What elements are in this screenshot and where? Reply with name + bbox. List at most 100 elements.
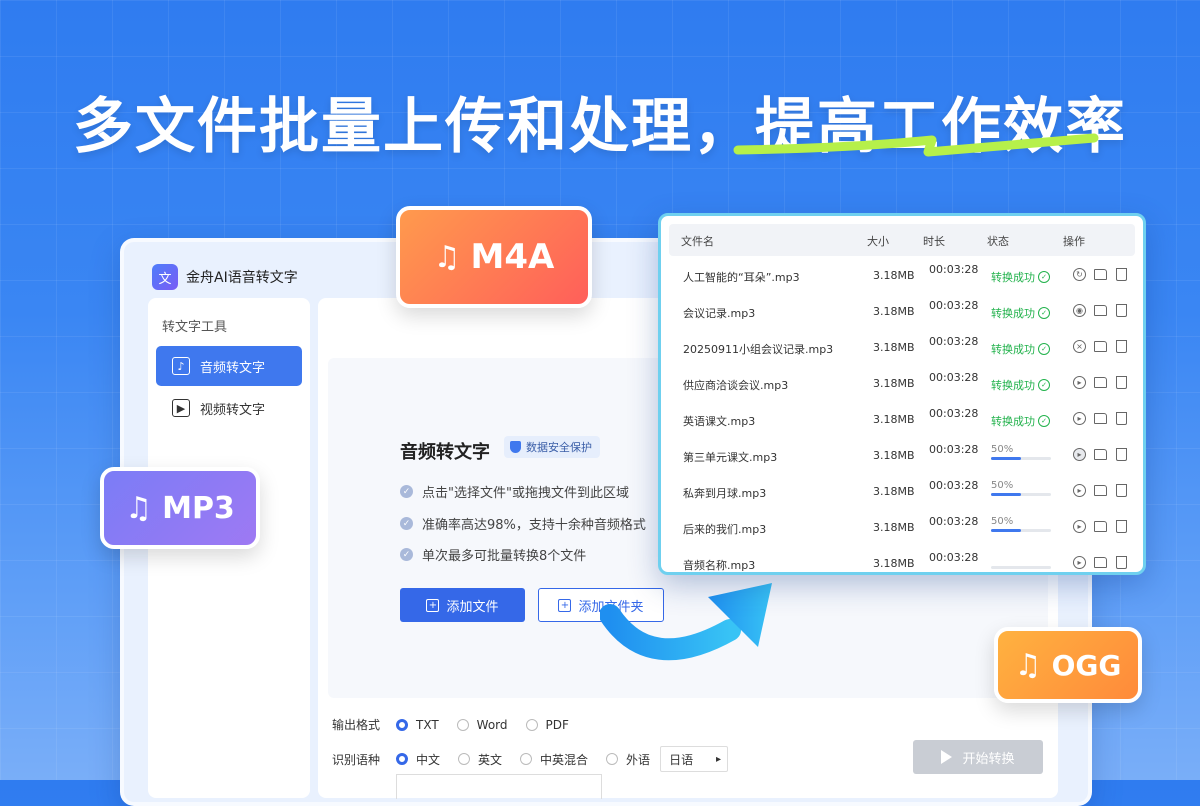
file-duration: 00:03:28 xyxy=(929,515,979,528)
refresh-icon[interactable]: ↻ xyxy=(1073,268,1086,281)
row-actions: ▸ xyxy=(1073,484,1135,497)
folder-icon[interactable] xyxy=(1094,341,1107,352)
file-name: 私奔到月球.mp3 xyxy=(683,487,767,500)
table-row[interactable]: 第三单元课文.mp3 3.18MB 00:03:28 50% ▸ xyxy=(669,438,1135,474)
progress-bar xyxy=(991,566,1051,569)
radio-txt[interactable]: TXT xyxy=(396,718,439,732)
add-folder-icon: + xyxy=(558,598,572,612)
folder-icon[interactable] xyxy=(1094,449,1107,460)
radio-foreign[interactable]: 外语 xyxy=(606,751,650,768)
file-duration: 00:03:28 xyxy=(929,443,979,456)
file-size: 3.18MB xyxy=(873,413,915,426)
trash-icon[interactable] xyxy=(1116,376,1127,389)
play-icon[interactable]: ▸ xyxy=(1073,448,1086,461)
radio-word[interactable]: Word xyxy=(456,718,508,732)
radio-mixed[interactable]: 中英混合 xyxy=(520,751,588,768)
eye-icon[interactable]: ◉ xyxy=(1073,304,1086,317)
table-row[interactable]: 后来的我们.mp3 3.18MB 00:03:28 50% ▸ xyxy=(669,510,1135,546)
file-name: 英语课文.mp3 xyxy=(683,415,756,428)
file-duration: 00:03:28 xyxy=(929,371,979,384)
feature-item: ✓ 单次最多可批量转换8个文件 xyxy=(400,545,586,564)
start-convert-label: 开始转换 xyxy=(962,751,1015,767)
play-icon xyxy=(941,750,953,764)
folder-icon[interactable] xyxy=(1094,485,1107,496)
folder-icon[interactable] xyxy=(1094,377,1107,388)
table-row[interactable]: 音频名称.mp3 3.18MB 00:03:28 ▸ xyxy=(669,546,1135,582)
play-icon[interactable]: ▸ xyxy=(1073,556,1086,569)
music-note-icon: ♫ xyxy=(433,239,461,275)
cancel-icon[interactable]: × xyxy=(1073,340,1086,353)
table-row[interactable]: 私奔到月球.mp3 3.18MB 00:03:28 50% ▸ xyxy=(669,474,1135,510)
file-duration: 00:03:28 xyxy=(929,551,979,564)
progress-fill xyxy=(991,493,1021,496)
trash-icon[interactable] xyxy=(1116,340,1127,353)
table-row[interactable]: 人工智能的“耳朵”.mp3 3.18MB 00:03:28 转换成功 ✓ ↻ xyxy=(669,258,1135,294)
play-icon[interactable]: ▸ xyxy=(1073,412,1086,425)
secure-badge: 数据安全保护 xyxy=(504,436,600,458)
check-circle-icon: ✓ xyxy=(1038,415,1050,427)
file-size: 3.18MB xyxy=(873,269,915,282)
folder-icon[interactable] xyxy=(1094,269,1107,280)
secure-badge-label: 数据安全保护 xyxy=(526,441,592,454)
add-file-icon: + xyxy=(426,598,440,612)
output-format-label: 输出格式 xyxy=(332,718,381,732)
feature-item: ✓ 准确率高达98%，支持十余种音频格式 xyxy=(400,514,646,533)
folder-icon[interactable] xyxy=(1094,557,1107,568)
badge-label: MP3 xyxy=(162,490,235,526)
file-duration: 00:03:28 xyxy=(929,335,979,348)
row-actions: ▸ xyxy=(1073,448,1135,461)
folder-icon[interactable] xyxy=(1094,521,1107,532)
folder-icon[interactable] xyxy=(1094,413,1107,424)
music-note-icon: ♫ xyxy=(125,490,153,526)
trash-icon[interactable] xyxy=(1116,412,1127,425)
output-path-input[interactable] xyxy=(396,774,602,799)
headline-part1: 多文件批量上传和处理， xyxy=(73,92,755,162)
sidebar-item-audio-to-text[interactable]: ♪ 音频转文字 xyxy=(156,346,302,386)
header-ops: 操作 xyxy=(1063,235,1085,248)
table-row[interactable]: 英语课文.mp3 3.18MB 00:03:28 转换成功 ✓ ▸ xyxy=(669,402,1135,438)
row-actions: ◉ xyxy=(1073,304,1135,317)
add-file-button[interactable]: + 添加文件 xyxy=(400,588,525,622)
play-icon[interactable]: ▸ xyxy=(1073,376,1086,389)
table-row[interactable]: 会议记录.mp3 3.18MB 00:03:28 转换成功 ✓ ◉ xyxy=(669,294,1135,330)
radio-pdf[interactable]: PDF xyxy=(525,718,569,732)
sidebar-item-video-to-text[interactable]: ▶ 视频转文字 xyxy=(156,388,302,428)
trash-icon[interactable] xyxy=(1116,520,1127,533)
file-list-header: 文件名 大小 时长 状态 操作 xyxy=(669,224,1135,256)
table-row[interactable]: 供应商洽谈会议.mp3 3.18MB 00:03:28 转换成功 ✓ ▸ xyxy=(669,366,1135,402)
language-row: 识别语种 中文 英文 中英混合 外语 日语 ▸ xyxy=(332,746,729,772)
progress-bar xyxy=(991,529,1051,532)
radio-chinese[interactable]: 中文 xyxy=(396,751,440,768)
progress-percent: 50% xyxy=(991,444,1014,455)
radio-english[interactable]: 英文 xyxy=(458,751,502,768)
format-badge-m4a: ♫ M4A xyxy=(396,206,592,308)
file-name: 音频名称.mp3 xyxy=(683,559,756,572)
format-badge-ogg: ♫ OGG xyxy=(994,627,1142,703)
play-icon[interactable]: ▸ xyxy=(1073,484,1086,497)
feature-text: 点击"选择文件"或拖拽文件到此区域 xyxy=(422,486,629,501)
status-success: 转换成功 ✓ xyxy=(991,413,1050,429)
foreign-language-select[interactable]: 日语 ▸ xyxy=(660,746,729,772)
trash-icon[interactable] xyxy=(1116,556,1127,569)
trash-icon[interactable] xyxy=(1116,448,1127,461)
file-name: 20250911小组会议记录.mp3 xyxy=(683,343,834,356)
table-row[interactable]: 20250911小组会议记录.mp3 3.18MB 00:03:28 转换成功 ✓ × xyxy=(669,330,1135,366)
add-file-label: 添加文件 xyxy=(446,599,499,615)
play-icon[interactable]: ▸ xyxy=(1073,520,1086,533)
start-convert-button[interactable]: 开始转换 xyxy=(913,740,1043,774)
folder-icon[interactable] xyxy=(1094,305,1107,316)
file-duration: 00:03:28 xyxy=(929,263,979,276)
check-icon: ✓ xyxy=(400,485,413,498)
row-actions: ▸ xyxy=(1073,556,1135,569)
trash-icon[interactable] xyxy=(1116,268,1127,281)
file-list-popup: 文件名 大小 时长 状态 操作 人工智能的“耳朵”.mp3 3.18MB 00:03… xyxy=(658,213,1146,575)
file-size: 3.18MB xyxy=(873,341,915,354)
status-success: 转换成功 ✓ xyxy=(991,305,1050,321)
progress-percent xyxy=(991,552,1051,564)
trash-icon[interactable] xyxy=(1116,304,1127,317)
header-name: 文件名 xyxy=(681,235,714,248)
trash-icon[interactable] xyxy=(1116,484,1127,497)
file-name: 人工智能的“耳朵”.mp3 xyxy=(683,271,800,284)
progress-bar xyxy=(991,457,1051,460)
panel-title: 音频转文字 xyxy=(400,442,490,463)
